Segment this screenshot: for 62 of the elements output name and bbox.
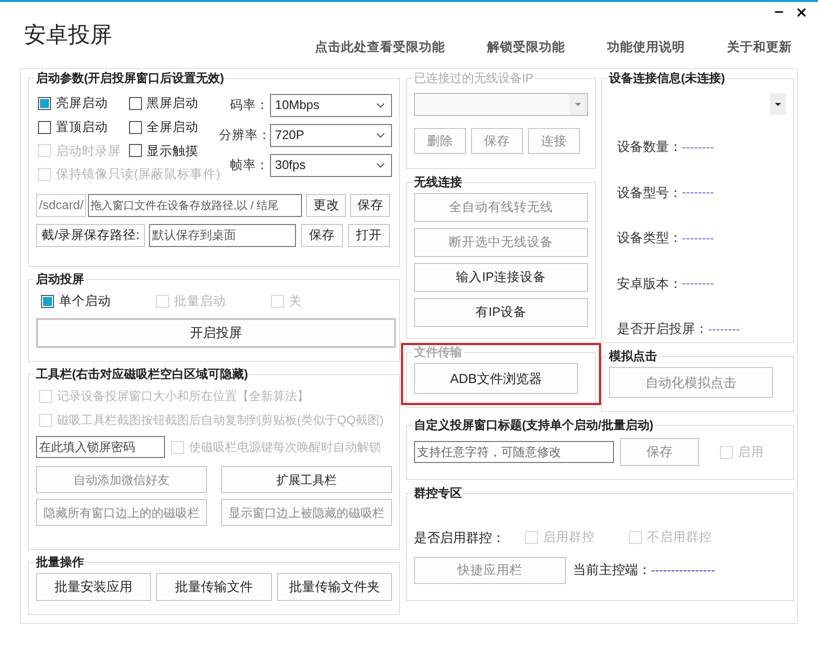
checkbox[interactable]: 黑屏启动 (128, 94, 219, 113)
caret-icon (569, 94, 587, 115)
setting-label: 帧率： (229, 157, 269, 174)
info-value: -------- (708, 320, 740, 338)
checkbox[interactable]: 单个启动 (41, 292, 156, 311)
checkbox[interactable]: 亮屏启动 (38, 94, 128, 113)
info-value: -------- (682, 275, 714, 292)
group-title: 已连接过的无线设备IP (413, 70, 534, 87)
group-title: 批量操作 (34, 554, 85, 571)
header-link[interactable]: 关于和更新 (727, 38, 792, 57)
action-button[interactable]: 批量安装应用 (36, 573, 152, 601)
password-field[interactable]: 在此填入锁屏密码 (36, 436, 165, 458)
action-button[interactable]: 扩展工具栏 (221, 466, 392, 493)
action-button[interactable]: 保存 (301, 224, 343, 247)
title-field[interactable]: 支持任意字符，可随意修改 (414, 441, 614, 463)
group-title: 文件传输 (413, 344, 463, 361)
close-icon[interactable] (795, 6, 808, 19)
group-title: 启动参数(开启投屏窗口后设置无效) (35, 70, 225, 87)
group-title: 工具栏(右击对应磁吸栏空白区域可隐藏) (35, 366, 249, 383)
path-prefix: /sdcard/ (36, 194, 86, 217)
setting-label: 码率： (229, 97, 269, 114)
info-label: 安卓版本： (617, 274, 682, 292)
info-label: 设备型号： (617, 184, 682, 202)
group-title: 启动投屏 (35, 271, 85, 288)
action-button[interactable]: 更改 (306, 194, 346, 217)
group-title: 自定义投屏窗口标题(支持单个启动/批量启动) (413, 417, 654, 434)
group-title: 群控专区 (413, 485, 463, 502)
dropdown-field[interactable]: 30fps (270, 154, 392, 177)
header-link[interactable]: 点击此处查看受限功能 (315, 38, 445, 57)
master-value: ---------------- (651, 562, 715, 579)
checkbox[interactable]: 显示触摸 (128, 142, 219, 160)
caret-icon[interactable] (770, 93, 786, 115)
action-button[interactable]: ADB文件浏览器 (414, 363, 578, 394)
info-label: 是否开启投屏： (617, 320, 708, 338)
setting-label: 分辨率： (219, 127, 269, 144)
action-button[interactable]: 截/录屏保存路径: (36, 224, 145, 247)
window-title: 安卓投屏 (24, 21, 112, 48)
header-link[interactable]: 解锁受限功能 (487, 38, 565, 57)
header-link[interactable]: 功能使用说明 (607, 38, 685, 57)
info-value: -------- (682, 230, 714, 247)
group-title: 设备连接信息(未连接) (608, 70, 726, 87)
checkbox[interactable]: 置顶启动 (38, 118, 128, 136)
group-control-label: 是否启用群控： (414, 529, 505, 547)
master-label: 当前主控端： (573, 561, 651, 580)
dropdown-field[interactable]: 10Mbps (270, 94, 392, 117)
dropdown-field[interactable]: 720P (270, 124, 392, 147)
group-title: 模拟点击 (608, 348, 658, 365)
info-label: 设备类型： (617, 229, 682, 247)
action-button[interactable]: 输入IP连接设备 (414, 263, 588, 292)
checkbox[interactable]: 全屏启动 (128, 118, 219, 136)
path-field[interactable]: 拖入窗口文件在设备存放路径,以 / 结尾 (88, 194, 302, 217)
group-title: 无线连接 (413, 174, 463, 191)
action-button[interactable]: 开启投屏 (36, 318, 396, 348)
action-button[interactable]: 有IP设备 (414, 298, 588, 327)
info-value: -------- (682, 138, 714, 156)
info-label: 设备数量： (617, 138, 682, 156)
save-path-field[interactable]: 默认保存到桌面 (149, 224, 296, 247)
action-button[interactable]: 保存 (350, 194, 390, 217)
action-button[interactable]: 打开 (348, 224, 390, 247)
action-button[interactable]: 批量传输文件夹 (276, 573, 392, 601)
info-value: -------- (682, 184, 714, 202)
action-button[interactable]: 批量传输文件 (156, 573, 272, 601)
